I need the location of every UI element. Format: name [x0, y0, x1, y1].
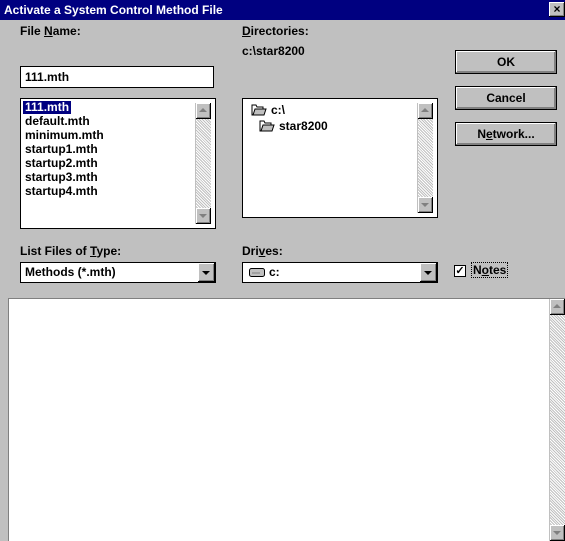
- scroll-up-icon: [553, 304, 561, 308]
- open-folder-icon: [259, 120, 275, 132]
- file-type-value: Methods (*.mth): [25, 265, 116, 279]
- close-icon: ×: [553, 2, 561, 16]
- drives-value: c:: [269, 265, 280, 279]
- check-icon: ✓: [455, 265, 465, 277]
- directories-label: Directories:: [242, 24, 309, 38]
- scroll-down-button[interactable]: [418, 197, 433, 213]
- file-list-item[interactable]: 111.mth: [23, 101, 72, 114]
- chevron-down-icon: [202, 271, 210, 275]
- open-folder-icon: [251, 104, 267, 116]
- scroll-down-button[interactable]: [550, 525, 565, 541]
- scroll-up-button[interactable]: [196, 103, 211, 119]
- scroll-down-button[interactable]: [196, 208, 211, 224]
- notes-label[interactable]: Notes: [470, 262, 509, 278]
- scroll-down-icon: [553, 531, 561, 535]
- file-list[interactable]: 111.mth default.mth minimum.mth startup1…: [20, 98, 216, 229]
- scroll-down-icon: [199, 214, 207, 218]
- file-type-dropdown-button[interactable]: [198, 263, 215, 282]
- drives-select[interactable]: c:: [242, 262, 438, 283]
- cancel-button[interactable]: Cancel: [455, 86, 557, 110]
- directory-label: c:\: [271, 103, 286, 117]
- file-list-item[interactable]: default.mth: [25, 115, 90, 128]
- drive-icon: [249, 268, 265, 277]
- file-list-scrollbar[interactable]: [195, 103, 211, 224]
- notes-scrollbar[interactable]: [549, 299, 565, 541]
- network-button[interactable]: Network...: [455, 122, 557, 146]
- notes-textarea[interactable]: [8, 298, 565, 541]
- close-button[interactable]: ×: [549, 2, 565, 17]
- file-list-item[interactable]: minimum.mth: [25, 129, 104, 142]
- current-directory-path: c:\star8200: [242, 44, 305, 58]
- window-title: Activate a System Control Method File: [4, 3, 223, 17]
- file-list-item[interactable]: startup4.mth: [25, 185, 98, 198]
- ok-button[interactable]: OK: [455, 50, 557, 74]
- scroll-up-icon: [421, 108, 429, 112]
- file-list-item[interactable]: startup1.mth: [25, 143, 98, 156]
- notes-checkbox[interactable]: ✓: [454, 265, 466, 277]
- scroll-down-icon: [421, 203, 429, 207]
- scroll-up-icon: [199, 108, 207, 112]
- title-bar: Activate a System Control Method File ×: [0, 0, 565, 20]
- file-name-input[interactable]: 111.mth: [20, 66, 214, 88]
- file-type-label: List Files of Type:: [20, 244, 122, 258]
- file-name-label: File Name:: [20, 24, 81, 38]
- scroll-up-button[interactable]: [550, 299, 565, 315]
- file-list-item[interactable]: startup3.mth: [25, 171, 98, 184]
- directory-label: star8200: [279, 119, 328, 133]
- drives-dropdown-button[interactable]: [420, 263, 437, 282]
- directory-scrollbar[interactable]: [417, 103, 433, 213]
- drives-label: Drives:: [242, 244, 283, 258]
- directory-tree[interactable]: c:\ star8200: [242, 98, 438, 218]
- file-list-item[interactable]: startup2.mth: [25, 157, 98, 170]
- chevron-down-icon: [424, 271, 432, 275]
- file-type-select[interactable]: Methods (*.mth): [20, 262, 216, 283]
- scroll-up-button[interactable]: [418, 103, 433, 119]
